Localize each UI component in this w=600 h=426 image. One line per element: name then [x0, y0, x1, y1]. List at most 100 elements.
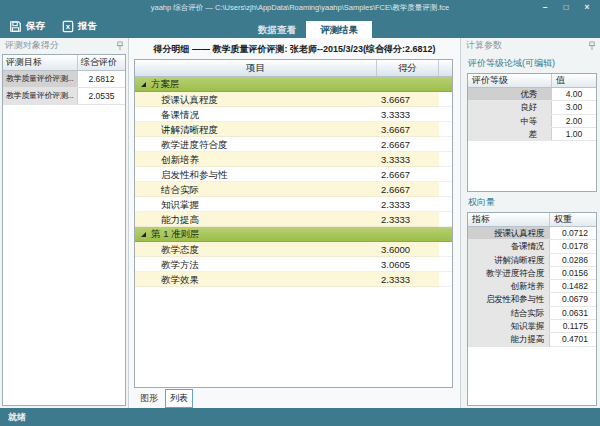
weight-table: 指标 权重 授课认真程度0.0712备课情况0.0178讲解清晰程度0.0286… — [467, 212, 597, 406]
expander-icon[interactable] — [141, 82, 146, 87]
table-row[interactable]: 授课认真程度3.6667 — [135, 92, 452, 107]
left-col-target[interactable]: 评测目标 — [3, 55, 78, 70]
left-col-score[interactable]: 综合评价 — [78, 55, 125, 70]
grade-label: 优秀 — [468, 88, 552, 100]
status-bar: 就绪 — [0, 408, 600, 426]
table-row[interactable]: 启发性和参与性0.0679 — [468, 293, 596, 306]
filler-cell — [439, 212, 452, 227]
table-row[interactable]: 讲解清晰程度3.6667 — [135, 122, 452, 137]
table-row[interactable]: 优秀4.00 — [468, 88, 596, 101]
table-row[interactable]: 备课情况0.0178 — [468, 240, 596, 253]
item-score: 2.6667 — [377, 137, 439, 152]
table-row[interactable]: 授课认真程度0.0712 — [468, 227, 596, 240]
minimize-button[interactable]: – — [540, 3, 550, 12]
right-panel-body: 评价等级论域(可编辑) 评价等级 值 优秀4.00良好3.00中等2.00差1.… — [461, 53, 600, 408]
item-label: 教学进度符合度 — [135, 137, 377, 152]
table-row[interactable]: 教学效果2.3333 — [135, 272, 452, 287]
table-row[interactable]: 教学方法3.0605 — [135, 257, 452, 272]
weight-value: 0.0156 — [550, 267, 596, 279]
grade-domain-link[interactable]: 评价等级论域(可编辑) — [468, 57, 597, 70]
table-row[interactable]: 启发性和参与性2.6667 — [135, 167, 452, 182]
content-area: 评测对象得分 评测目标 综合评价 教学质量评价评测...2.6812教学质量评价… — [0, 38, 600, 408]
weight-col-value[interactable]: 权重 — [550, 213, 596, 226]
weight-value: 0.0679 — [550, 293, 596, 305]
grade-col-label[interactable]: 评价等级 — [468, 74, 552, 87]
weight-label: 教学进度符合度 — [468, 267, 550, 279]
right-panel-title: 计算参数 — [466, 39, 502, 52]
filler-cell — [439, 272, 452, 287]
report-button[interactable]: x 报告 — [62, 20, 97, 33]
evaluation-targets-table: 评测目标 综合评价 教学质量评价评测...2.6812教学质量评价评测...2.… — [2, 54, 126, 406]
target-cell: 教学质量评价评测... — [3, 88, 78, 104]
table-row[interactable]: 中等2.00 — [468, 115, 596, 128]
grade-col-value[interactable]: 值 — [552, 74, 596, 87]
filler-cell — [439, 242, 452, 257]
tab-evaluation-result[interactable]: 评测结果 — [306, 21, 372, 38]
grade-table: 评价等级 值 优秀4.00良好3.00中等2.00差1.00 — [467, 73, 597, 192]
table-row[interactable]: 知识掌握0.1175 — [468, 320, 596, 333]
weight-label: 能力提高 — [468, 333, 550, 345]
item-label: 知识掌握 — [135, 197, 377, 212]
filler-cell — [439, 107, 452, 122]
grade-table-body: 优秀4.00良好3.00中等2.00差1.00 — [468, 88, 596, 141]
pin-icon[interactable] — [116, 41, 124, 51]
table-row[interactable]: 能力提高0.4701 — [468, 333, 596, 346]
table-row[interactable]: 教学质量评价评测...2.0535 — [3, 88, 125, 105]
table-row[interactable]: 教学态度3.6000 — [135, 242, 452, 257]
score-table-body: 方案层授课认真程度3.6667备课情况3.3333讲解清晰程度3.6667教学进… — [135, 77, 452, 387]
tab-data-view[interactable]: 数据查看 — [248, 21, 306, 38]
tab-list[interactable]: 列表 — [165, 389, 193, 408]
table-row[interactable]: 知识掌握2.3333 — [135, 197, 452, 212]
tab-graph[interactable]: 图形 — [136, 390, 162, 407]
table-row[interactable]: 教学进度符合度0.0156 — [468, 267, 596, 280]
title-bar[interactable]: yaahp 综合评价 — C:\Users\zjh\AppData\Roamin… — [0, 0, 600, 15]
table-row[interactable]: 教学进度符合度2.6667 — [135, 137, 452, 152]
main-tabstrip: 数据查看 评测结果 — [248, 15, 372, 38]
status-text: 就绪 — [8, 411, 26, 424]
left-table-body: 教学质量评价评测...2.6812教学质量评价评测...2.0535 — [3, 71, 125, 105]
table-row[interactable]: 创新培养0.1482 — [468, 280, 596, 293]
weight-value: 0.4701 — [550, 333, 596, 345]
filler-cell — [439, 197, 452, 212]
maximize-button[interactable]: □ — [561, 3, 571, 12]
weight-value: 0.0712 — [550, 227, 596, 239]
table-row[interactable]: 结合实际2.6667 — [135, 182, 452, 197]
table-row[interactable]: 备课情况3.3333 — [135, 107, 452, 122]
score-cell: 2.0535 — [78, 88, 125, 104]
table-row[interactable]: 差1.00 — [468, 128, 596, 141]
pin-icon[interactable] — [588, 41, 596, 51]
col-filler — [439, 60, 452, 76]
save-button[interactable]: 保存 — [9, 20, 45, 33]
item-label: 启发性和参与性 — [135, 167, 377, 182]
table-row[interactable]: 创新培养3.3333 — [135, 152, 452, 167]
col-score[interactable]: 得分 — [377, 60, 439, 76]
expander-icon[interactable] — [141, 232, 146, 237]
window-title: yaahp 综合评价 — C:\Users\zjh\AppData\Roamin… — [0, 3, 600, 13]
weight-label: 讲解清晰程度 — [468, 254, 550, 266]
filler-cell — [439, 92, 452, 107]
group-row[interactable]: 方案层 — [135, 77, 452, 92]
toolbar: 保存 x 报告 数据查看 评测结果 — [0, 15, 600, 38]
right-panel-header: 计算参数 — [461, 38, 600, 53]
table-row[interactable]: 结合实际0.0631 — [468, 307, 596, 320]
weight-value: 0.0631 — [550, 307, 596, 319]
score-detail-table: 项目 得分 方案层授课认真程度3.6667备课情况3.3333讲解清晰程度3.6… — [134, 59, 453, 388]
left-table-header: 评测目标 综合评价 — [3, 55, 125, 71]
close-button[interactable]: × — [582, 3, 592, 12]
item-label: 备课情况 — [135, 107, 377, 122]
table-row[interactable]: 能力提高2.3333 — [135, 212, 452, 227]
table-row[interactable]: 良好3.00 — [468, 101, 596, 114]
left-panel-header: 评测对象得分 — [0, 38, 128, 53]
app-window: yaahp 综合评价 — C:\Users\zjh\AppData\Roamin… — [0, 0, 600, 426]
table-row[interactable]: 讲解清晰程度0.0286 — [468, 254, 596, 267]
filler-cell — [439, 122, 452, 137]
col-item[interactable]: 项目 — [135, 60, 377, 76]
left-panel-title: 评测对象得分 — [5, 39, 59, 52]
table-row[interactable]: 教学质量评价评测...2.6812 — [3, 71, 125, 88]
weight-label: 授课认真程度 — [468, 227, 550, 239]
filler-cell — [439, 167, 452, 182]
weight-vector-label[interactable]: 权向量 — [468, 196, 597, 209]
weight-label: 创新培养 — [468, 280, 550, 292]
weight-col-label[interactable]: 指标 — [468, 213, 550, 226]
group-row[interactable]: 第 1 准则层 — [135, 227, 452, 242]
